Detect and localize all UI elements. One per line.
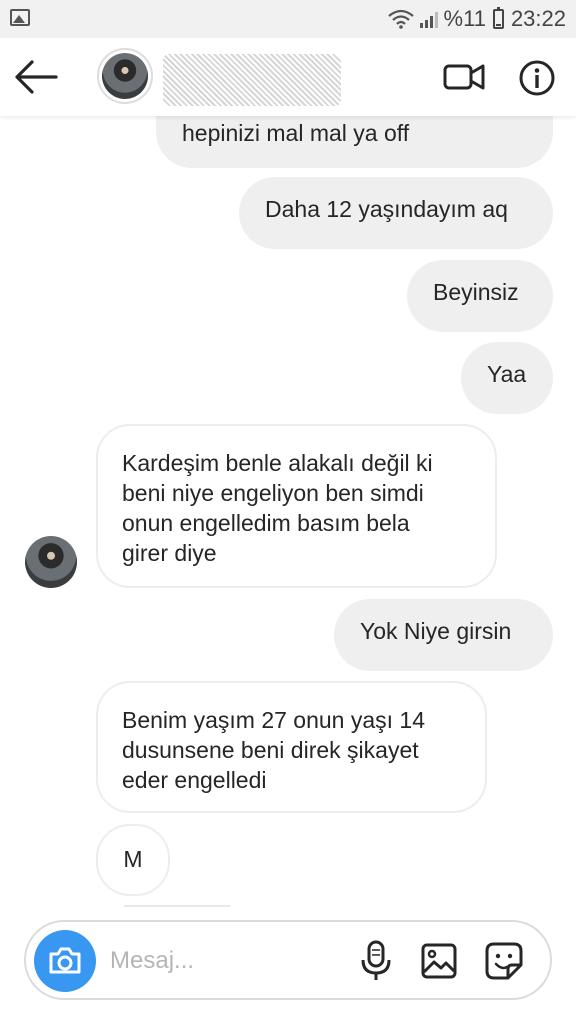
status-indicators: %11 23:22	[387, 6, 566, 32]
message-line: Kardeşim benle alakalı değil ki	[122, 450, 433, 476]
received-message[interactable]: Benim yaşım 27 onun yaşı 14 dusunsene be…	[96, 681, 487, 813]
sent-message[interactable]: Daha 12 yaşındayım aq	[239, 177, 553, 249]
message-text: Daha 12 yaşındayım aq	[265, 196, 508, 222]
message-line: beni niye engeliyon ben simdi	[122, 480, 424, 506]
status-bar: %11 23:22	[0, 0, 576, 38]
sender-avatar[interactable]	[25, 536, 77, 588]
sent-message[interactable]: Yok Niye girsin	[334, 599, 553, 671]
info-icon[interactable]	[518, 59, 556, 97]
message-text: hepinizi mal mal ya off	[182, 120, 410, 146]
sent-message[interactable]: Beyinsiz	[407, 260, 553, 332]
contact-avatar[interactable]	[97, 48, 153, 104]
message-line: Benim yaşım 27 onun yaşı 14	[122, 707, 425, 733]
camera-button[interactable]	[34, 930, 96, 992]
gallery-icon[interactable]	[420, 942, 458, 980]
message-text: Yaa	[487, 361, 527, 387]
microphone-icon[interactable]	[358, 940, 394, 982]
contact-name-redacted[interactable]	[163, 54, 341, 106]
sticker-icon[interactable]	[484, 941, 524, 981]
signal-icon	[419, 12, 438, 28]
received-message[interactable]: M	[96, 824, 170, 896]
message-text: Yok Niye girsin	[360, 618, 512, 644]
avatar-photo	[102, 53, 148, 99]
message-line: girer diye	[122, 540, 217, 566]
message-text: M	[123, 846, 143, 872]
arrow-left-icon[interactable]	[14, 58, 58, 96]
message-input[interactable]	[110, 942, 330, 980]
camera-icon	[49, 947, 81, 974]
typing-divider	[124, 905, 230, 907]
video-call-icon[interactable]	[443, 60, 485, 94]
wifi-icon	[387, 9, 414, 29]
message-line: onun engelledim basım bela	[122, 510, 410, 536]
gallery-notification-icon	[10, 9, 30, 26]
battery-icon	[492, 7, 504, 29]
sent-message[interactable]: Yaa	[461, 342, 553, 414]
clock: 23:22	[510, 6, 566, 31]
message-text: Beyinsiz	[433, 279, 519, 305]
message-composer	[24, 920, 552, 1000]
message-line: dusunsene beni direk şikayet	[122, 737, 419, 763]
received-message[interactable]: Kardeşim benle alakalı değil ki beni niy…	[96, 424, 497, 588]
message-line: eder engelledi	[122, 767, 267, 793]
chat-header	[0, 38, 576, 116]
battery-percent: %11	[443, 6, 486, 31]
